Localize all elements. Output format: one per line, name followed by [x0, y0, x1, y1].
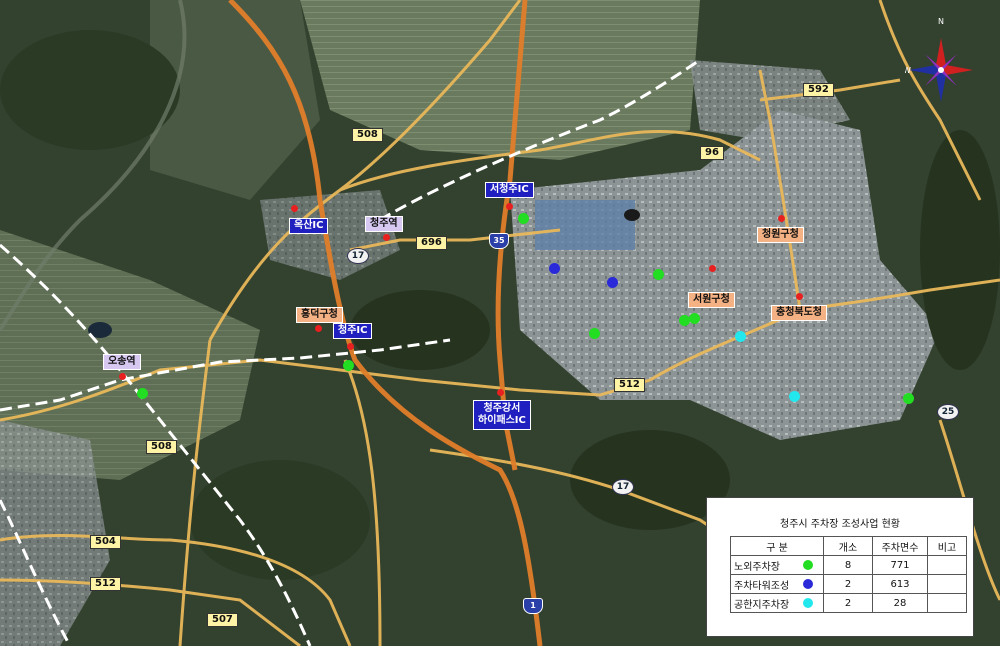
legend-header-spaces: 주차면수: [872, 536, 928, 556]
marker-seowon-office: [709, 265, 716, 272]
route-504: 504: [90, 535, 121, 549]
route-508-north: 508: [352, 128, 383, 142]
legend-row: 노외주차장 8 771: [730, 555, 967, 575]
marker-gangseo-ic: [497, 389, 504, 396]
label-cheongju-station: 청주역: [365, 216, 403, 232]
label-gangseo-line1: 청주강서: [483, 403, 521, 414]
parking-vacant-lot-dot: [789, 391, 800, 402]
label-cheongju-ic: 청주IC: [333, 323, 373, 339]
route-25-shield: 25: [937, 404, 959, 420]
compass-rose-icon: N W: [905, 18, 973, 102]
legend-row-name: 주차타워조성: [730, 574, 793, 594]
marker-cheongju-station: [383, 234, 390, 241]
parking-offstreet-dot: [589, 328, 600, 339]
legend-header-row: 구 분 개소 주차면수 비고: [730, 536, 967, 556]
parking-tower-swatch: [803, 578, 813, 589]
label-seocheongju-ic: 서청주IC: [485, 182, 534, 198]
parking-offstreet-dot: [343, 360, 354, 371]
route-512-west: 512: [90, 577, 121, 591]
legend-row-note: [927, 593, 967, 613]
parking-offstreet-dot: [689, 313, 700, 324]
legend-row-spaces: 28: [872, 593, 928, 613]
label-provincial-office: 충청북도청: [771, 305, 827, 321]
marker-seocheongju-ic: [506, 203, 513, 210]
route-96: 96: [700, 146, 724, 160]
parking-offstreet-dot: [518, 213, 529, 224]
route-696: 696: [416, 236, 447, 250]
legend-table: 구 분 개소 주차면수 비고 노외주차장 8 771 주차타워조성 2 613 …: [730, 536, 967, 613]
legend-title: 청주시 주차장 조성사업 현황: [780, 519, 900, 530]
label-heungdeok-office: 흥덕구청: [296, 307, 343, 323]
label-oksan-ic: 옥산IC: [289, 218, 329, 234]
parking-vacant-lot-dot: [735, 331, 746, 342]
legend-row-name: 공한지주차장: [730, 593, 793, 613]
legend-row-note: [927, 574, 967, 594]
legend-row-note: [927, 555, 967, 575]
parking-tower-dot: [549, 263, 560, 274]
marker-oksan-ic: [291, 205, 298, 212]
legend-row-spaces: 613: [872, 574, 928, 594]
marker-provincial-office: [796, 293, 803, 300]
legend-row-spaces: 771: [872, 555, 928, 575]
route-507: 507: [207, 613, 238, 627]
label-gangseo-hipass-ic: 청주강서 하이패스IC: [473, 400, 531, 430]
parking-offstreet-dot: [137, 388, 148, 399]
parking-offstreet-dot: [903, 393, 914, 404]
compass-west-label: W: [905, 66, 911, 75]
marker-osong-station: [119, 373, 126, 380]
route-17-shield-west: 17: [347, 248, 369, 264]
compass-north-label: N: [938, 18, 944, 26]
label-gangseo-line2: 하이패스IC: [478, 415, 526, 426]
legend-header-category: 구 분: [730, 536, 824, 556]
parking-offstreet-dot: [653, 269, 664, 280]
legend-header-note: 비고: [927, 536, 967, 556]
legend-header-count: 개소: [823, 536, 873, 556]
parking-tower-dot: [607, 277, 618, 288]
legend-row-count: 2: [823, 574, 873, 594]
legend-row-count: 2: [823, 593, 873, 613]
legend-panel: 청주시 주차장 조성사업 현황 구 분 개소 주차면수 비고 노외주차장 8 7…: [706, 497, 974, 637]
marker-heungdeok-office: [315, 325, 322, 332]
label-cheongwon-office: 청원구청: [757, 227, 804, 243]
expressway-1-shield: 1: [523, 598, 543, 614]
marker-cheongju-ic: [347, 343, 354, 350]
route-512-east: 512: [614, 378, 645, 392]
route-592: 592: [803, 83, 834, 97]
marker-cheongwon-office: [778, 215, 785, 222]
route-508-south: 508: [146, 440, 177, 454]
vacant-lot-parking-swatch: [803, 597, 813, 608]
expressway-35-shield: 35: [489, 233, 509, 249]
legend-row-count: 8: [823, 555, 873, 575]
route-17-shield-south: 17: [612, 479, 634, 495]
label-osong-station: 오송역: [103, 354, 141, 370]
label-seowon-office: 서원구청: [688, 292, 735, 308]
legend-row: 주차타워조성 2 613: [730, 574, 967, 594]
legend-row-name: 노외주차장: [730, 555, 793, 575]
legend-row: 공한지주차장 2 28: [730, 593, 967, 613]
offstreet-parking-swatch: [803, 559, 813, 570]
